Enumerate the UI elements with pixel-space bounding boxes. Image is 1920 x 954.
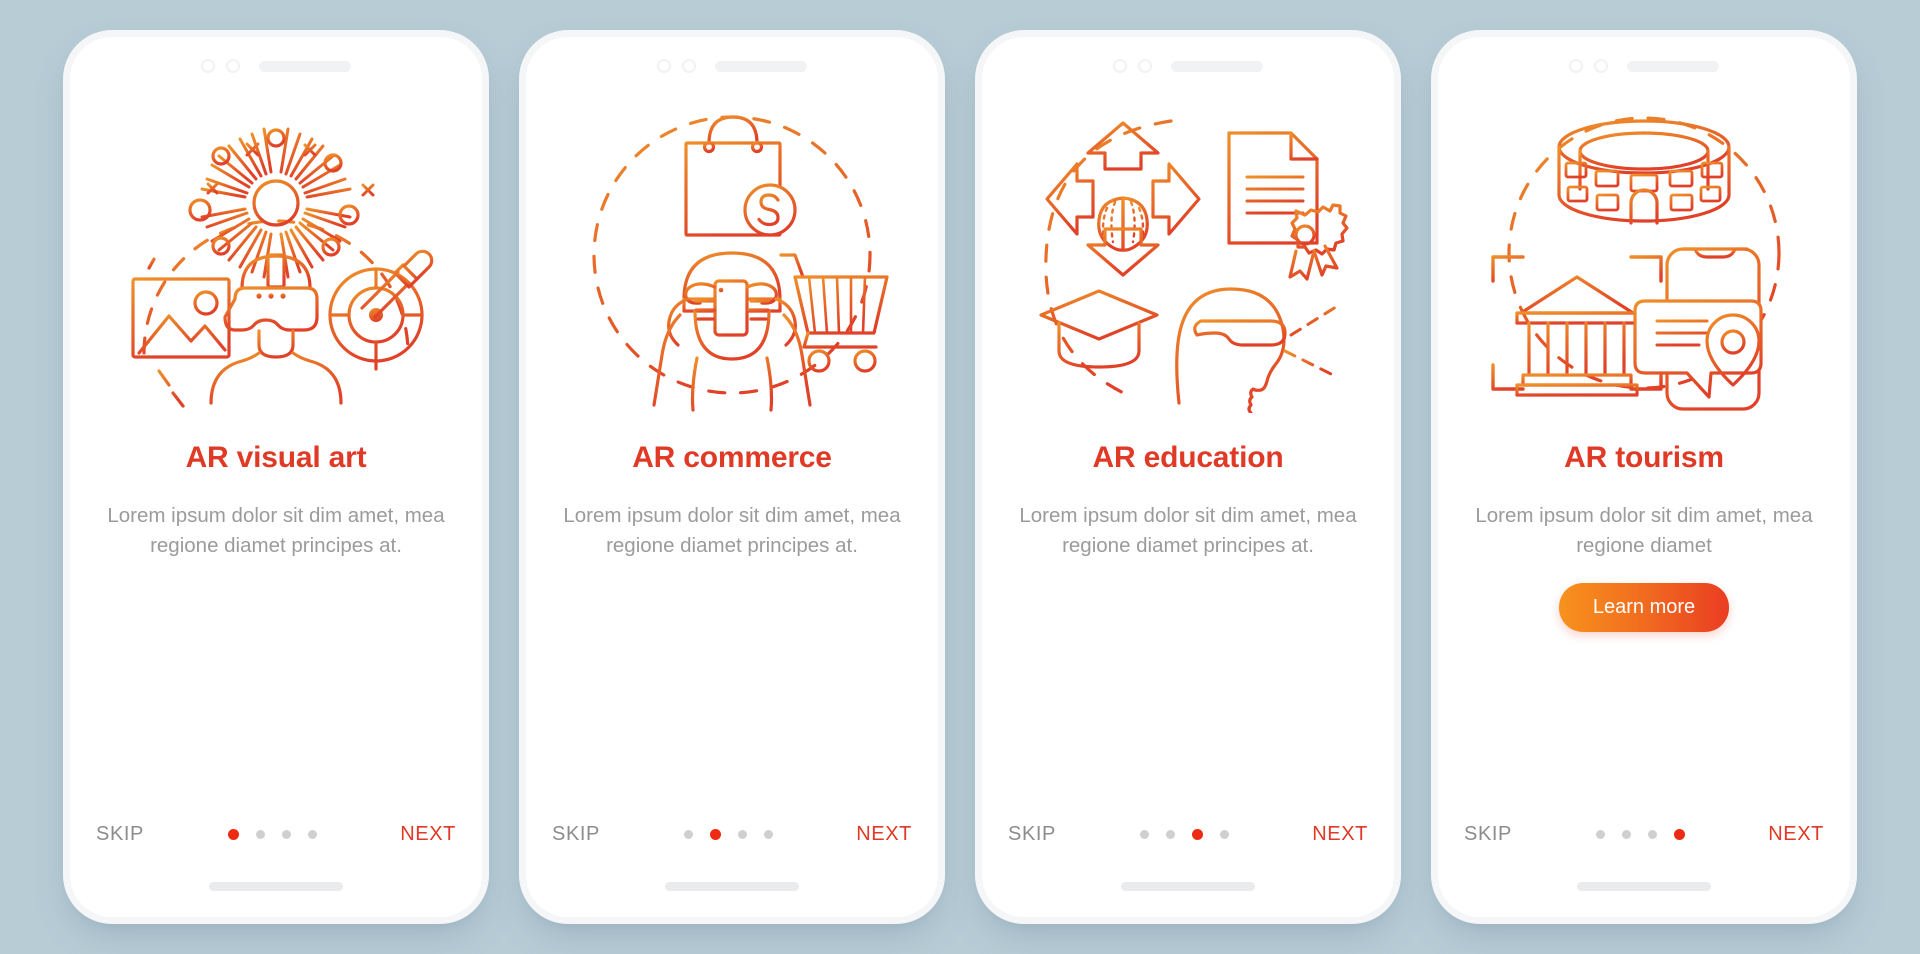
page-dot-3[interactable] xyxy=(1191,829,1203,840)
skip-button[interactable]: SKIP xyxy=(1464,823,1512,846)
page-dot-2[interactable] xyxy=(709,829,721,840)
text-block: AR commerce Lorem ipsum dolor sit dim am… xyxy=(526,413,938,561)
text-block: AR visual art Lorem ipsum dolor sit dim … xyxy=(70,413,482,561)
page-dot-2[interactable] xyxy=(1621,830,1631,839)
ar-education-illustration xyxy=(1039,119,1349,413)
page-dot-1[interactable] xyxy=(1595,830,1605,839)
skip-button[interactable]: SKIP xyxy=(1008,823,1056,846)
ar-visual-art-illustration xyxy=(131,127,434,408)
skip-button[interactable]: SKIP xyxy=(96,823,144,846)
phone-screen-ar-education: AR education Lorem ipsum dolor sit dim a… xyxy=(982,37,1394,917)
status-circle-icon xyxy=(682,59,696,73)
page-dot-1[interactable] xyxy=(227,829,239,840)
page-indicator-dots xyxy=(683,829,773,840)
status-bar xyxy=(526,37,938,95)
text-block: AR education Lorem ipsum dolor sit dim a… xyxy=(982,413,1394,561)
next-button[interactable]: NEXT xyxy=(400,823,456,846)
status-bar xyxy=(1438,37,1850,95)
next-button[interactable]: NEXT xyxy=(856,823,912,846)
status-circle-icon xyxy=(201,59,215,73)
page-dot-4[interactable] xyxy=(307,830,317,839)
status-circle-icon xyxy=(1594,59,1608,73)
page-dot-1[interactable] xyxy=(1139,830,1149,839)
learn-more-button[interactable]: Learn more xyxy=(1558,583,1730,633)
status-pill-placeholder xyxy=(1171,60,1263,72)
status-circle-icon xyxy=(1113,59,1127,73)
page-indicator-dots xyxy=(1139,829,1229,840)
page-description: Lorem ipsum dolor sit dim amet, mea regi… xyxy=(1019,504,1357,558)
next-button[interactable]: NEXT xyxy=(1312,823,1368,846)
status-circle-icon xyxy=(1138,59,1152,73)
phone-screen-ar-commerce: AR commerce Lorem ipsum dolor sit dim am… xyxy=(526,37,938,917)
page-dot-2[interactable] xyxy=(255,830,265,839)
status-circle-icon xyxy=(226,59,240,73)
page-dot-4[interactable] xyxy=(763,830,773,839)
home-indicator-bar[interactable] xyxy=(665,882,799,891)
page-description: Lorem ipsum dolor sit dim amet, mea regi… xyxy=(1475,504,1813,558)
page-title: AR education xyxy=(1092,441,1284,474)
onboarding-screens-container: AR visual art Lorem ipsum dolor sit dim … xyxy=(0,0,1920,954)
page-title: AR tourism xyxy=(1564,441,1724,474)
page-dot-1[interactable] xyxy=(683,830,693,839)
page-indicator-dots xyxy=(1595,829,1685,840)
onboarding-nav: SKIP NEXT xyxy=(70,823,482,846)
page-description: Lorem ipsum dolor sit dim amet, mea regi… xyxy=(563,504,901,558)
status-circle-icon xyxy=(657,59,671,73)
status-bar xyxy=(70,37,482,95)
page-dot-3[interactable] xyxy=(281,830,291,839)
next-button[interactable]: NEXT xyxy=(1768,823,1824,846)
onboarding-nav: SKIP NEXT xyxy=(1438,823,1850,846)
page-dot-2[interactable] xyxy=(1165,830,1175,839)
status-bar xyxy=(982,37,1394,95)
status-pill-placeholder xyxy=(259,60,351,72)
onboarding-nav: SKIP NEXT xyxy=(526,823,938,846)
status-circle-icon xyxy=(1569,59,1583,73)
status-pill-placeholder xyxy=(1627,60,1719,72)
ar-tourism-illustration xyxy=(1491,116,1781,411)
status-pill-placeholder xyxy=(715,60,807,72)
phone-screen-ar-tourism: AR tourism Lorem ipsum dolor sit dim ame… xyxy=(1438,37,1850,917)
skip-button[interactable]: SKIP xyxy=(552,823,600,846)
onboarding-nav: SKIP NEXT xyxy=(982,823,1394,846)
text-block: AR tourism Lorem ipsum dolor sit dim ame… xyxy=(1438,413,1850,633)
page-dot-4[interactable] xyxy=(1673,829,1685,840)
ar-commerce-illustration xyxy=(592,115,889,412)
phone-screen-ar-visual-art: AR visual art Lorem ipsum dolor sit dim … xyxy=(70,37,482,917)
page-indicator-dots xyxy=(227,829,317,840)
home-indicator-bar[interactable] xyxy=(209,882,343,891)
page-title: AR commerce xyxy=(632,441,832,474)
home-indicator-bar[interactable] xyxy=(1121,882,1255,891)
page-dot-4[interactable] xyxy=(1219,830,1229,839)
home-indicator-bar[interactable] xyxy=(1577,882,1711,891)
page-title: AR visual art xyxy=(185,441,367,474)
page-dot-3[interactable] xyxy=(737,830,747,839)
page-dot-3[interactable] xyxy=(1647,830,1657,839)
page-description: Lorem ipsum dolor sit dim amet, mea regi… xyxy=(107,504,445,558)
